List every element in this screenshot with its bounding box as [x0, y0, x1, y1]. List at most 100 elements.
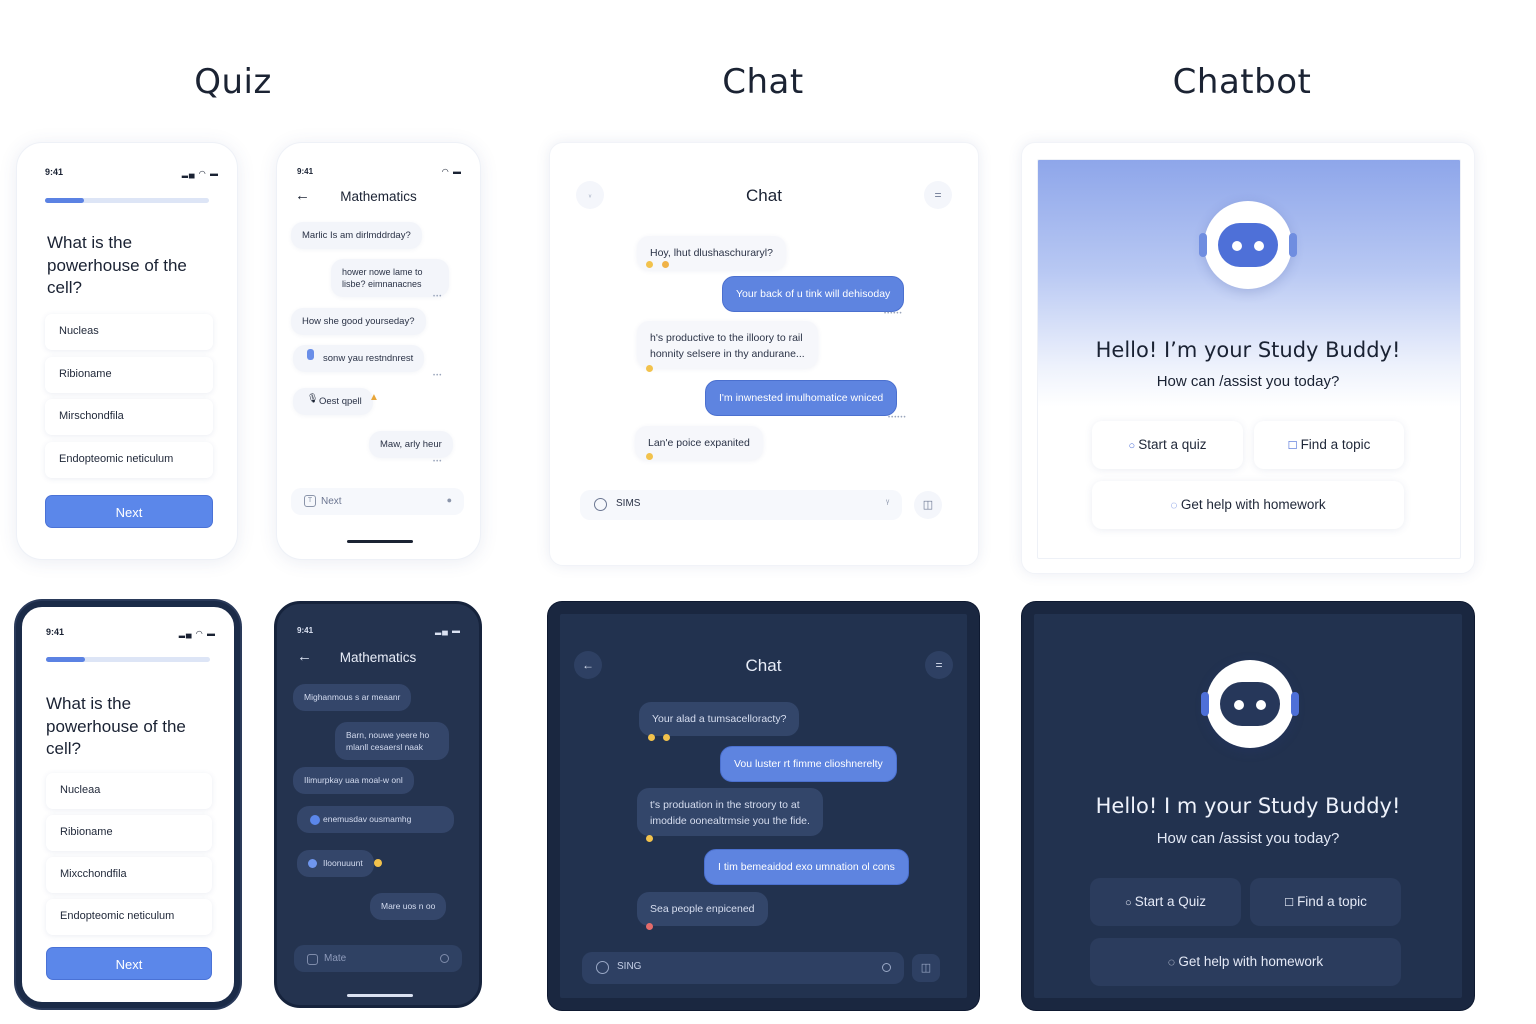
message-outgoing: Maw, arly heur — [369, 431, 453, 458]
message-input[interactable]: SIMS — [580, 490, 902, 520]
attachment-icon — [307, 349, 314, 360]
emoji-icon — [646, 923, 653, 930]
quiz-phone-light: 9:41 ▂▄ ◠ ▬ What is the powerhouse of th… — [16, 142, 238, 560]
message-outgoing: Mare uos n oo — [370, 893, 447, 920]
message-incoming: Lan'e poice expanited — [635, 426, 763, 460]
find-topic-label: Find a topic — [1297, 894, 1367, 909]
message-outgoing: I tim bemeaidod exo umnation ol cons — [704, 849, 909, 885]
message-incoming: How she good yourseday? — [291, 308, 426, 335]
menu-icon[interactable]: = — [924, 181, 952, 209]
chatbot-section-title: Chatbot — [1172, 62, 1312, 102]
start-quiz-button[interactable]: ○ Start a quiz — [1092, 421, 1243, 469]
message-outgoing: Vou luster rt fimme clioshnerelty — [720, 746, 897, 782]
message-input[interactable]: Next — [291, 488, 464, 515]
message-incoming: enemusdav ousmamhg — [297, 806, 454, 833]
chat-title: Mathematics — [340, 189, 417, 204]
message-incoming: h's productive to the illoory to rail ho… — [637, 321, 818, 368]
chat-tablet-light: ᵥ Chat = Hoy, lhut dlushaschuraryl? Your… — [549, 142, 979, 566]
chatbot-subtitle: How can /assist you today? — [1156, 373, 1340, 390]
quiz-section-title: Quiz — [194, 62, 272, 102]
emoji-icon — [646, 365, 653, 372]
homework-help-button[interactable]: ◌ Get help with homework — [1090, 938, 1401, 986]
message-incoming: Ilimurpkay uaa moal-w onl — [293, 767, 414, 794]
message-incoming: Oest qpell — [293, 388, 373, 415]
mic-icon[interactable] — [882, 963, 891, 972]
mic-icon[interactable] — [440, 954, 449, 963]
message-outgoing: Barn, nouwe yeere ho mlanll cesaersl naa… — [335, 722, 449, 760]
help-icon: ◌ — [1167, 955, 1179, 969]
mic-icon: 🎙 — [307, 393, 319, 403]
message-incoming: Mighanmous s ar meaanr — [293, 684, 412, 711]
find-topic-label: Find a topic — [1300, 437, 1371, 452]
chat-bubble-icon — [594, 498, 607, 511]
mic-icon[interactable]: ᵞ — [886, 498, 889, 509]
message-line: t's produation in the stroory to at — [650, 799, 800, 811]
chatbot-subtitle: How can /assist you today? — [1156, 830, 1340, 847]
status-icons: ▂▄ ◠ ▬ — [181, 169, 219, 178]
quiz-option[interactable]: Nucleaa — [46, 773, 212, 809]
emoji-icon — [646, 835, 653, 842]
emoji-icon — [662, 261, 669, 268]
status-time: 9:41 — [46, 627, 65, 637]
robot-avatar-icon — [1199, 201, 1297, 289]
start-quiz-label: Start a Quiz — [1134, 894, 1206, 909]
book-icon: ☐ — [1284, 897, 1298, 909]
start-quiz-label: Start a quiz — [1138, 437, 1207, 452]
text-icon[interactable]: T — [304, 495, 316, 507]
lightbulb-icon: ○ — [1128, 440, 1139, 452]
homework-help-button[interactable]: ◌ Get help with homework — [1092, 481, 1404, 529]
home-indicator — [347, 994, 413, 997]
chatbot-tablet-dark: Hello! I m your Study Buddy! How can /as… — [1022, 602, 1474, 1010]
attachment-icon[interactable]: ◫ — [914, 491, 942, 519]
status-time: 9:41 — [45, 167, 64, 177]
quiz-option[interactable]: Ribioname — [45, 357, 213, 393]
status-icons: ▂▄ ▬ — [434, 626, 461, 635]
attachment-icon[interactable]: ◫ — [912, 954, 940, 982]
robot-avatar-icon — [1201, 660, 1299, 748]
message-incoming: Hoy, lhut dlushaschuraryl? — [637, 236, 786, 270]
emoji-icon — [648, 734, 655, 741]
home-indicator — [347, 540, 413, 543]
timestamp: ••• — [433, 373, 443, 379]
status-icons: ◠ ▬ — [441, 167, 462, 176]
emoji-icon — [374, 859, 382, 867]
avatar-icon — [308, 859, 317, 868]
homework-help-label: Get help with homework — [1180, 497, 1326, 512]
chatbot-greeting: Hello! I’m your Study Buddy! — [1095, 338, 1401, 362]
mic-icon[interactable]: ● — [447, 495, 452, 505]
timestamp: •••••• — [888, 415, 907, 421]
message-input[interactable]: Mate — [294, 945, 462, 972]
avatar-icon — [310, 815, 320, 825]
menu-icon[interactable]: = — [925, 651, 953, 679]
find-topic-button[interactable]: ☐ Find a topic — [1250, 878, 1401, 926]
help-icon: ◌ — [1170, 498, 1181, 512]
message-line: imodide oonealtrmsie you the fide. — [650, 815, 810, 827]
message-line: h's productive to the illoory to rail — [650, 332, 803, 344]
message-incoming: Marlic Is am dirlmddrday? — [291, 222, 422, 249]
quiz-option[interactable]: Nucleas — [45, 314, 213, 350]
chat-title: Mathematics — [339, 650, 417, 665]
chat-tablet-dark: ← Chat = Your alad a tumsacelloracty? Vo… — [548, 602, 979, 1010]
start-quiz-button[interactable]: ○ Start a Quiz — [1090, 878, 1241, 926]
quiz-option[interactable]: Endopteomic neticulum — [46, 899, 212, 935]
find-topic-button[interactable]: ☐ Find a topic — [1254, 421, 1404, 469]
emoji-icon — [646, 261, 653, 268]
emoji-icon — [663, 734, 670, 741]
next-button[interactable]: Next — [45, 495, 213, 528]
next-button[interactable]: Next — [46, 947, 212, 980]
message-line: honnity selsere in thy andurane... — [650, 348, 805, 360]
message-input[interactable]: SING — [582, 952, 904, 984]
homework-help-label: Get help with homework — [1178, 954, 1324, 969]
quiz-option[interactable]: Endopteomic neticulum — [45, 442, 213, 478]
chatbot-greeting: Hello! I m your Study Buddy! — [1095, 794, 1401, 818]
message-incoming: t's produation in the stroory to at imod… — [637, 788, 823, 836]
status-icons: ▂▄ ◠ ▬ — [178, 629, 216, 638]
quiz-option[interactable]: Ribioname — [46, 815, 212, 851]
quiz-option[interactable]: Mixcchondfila — [46, 857, 212, 893]
quiz-progress-bar — [46, 657, 210, 662]
message-incoming: Your alad a tumsacelloracty? — [639, 702, 800, 736]
text-icon[interactable] — [307, 954, 318, 965]
message-outgoing: Your back of u tink will dehisoday — [722, 276, 905, 312]
chat-bubble-icon — [596, 961, 609, 974]
quiz-option[interactable]: Mirschondfila — [45, 399, 213, 435]
